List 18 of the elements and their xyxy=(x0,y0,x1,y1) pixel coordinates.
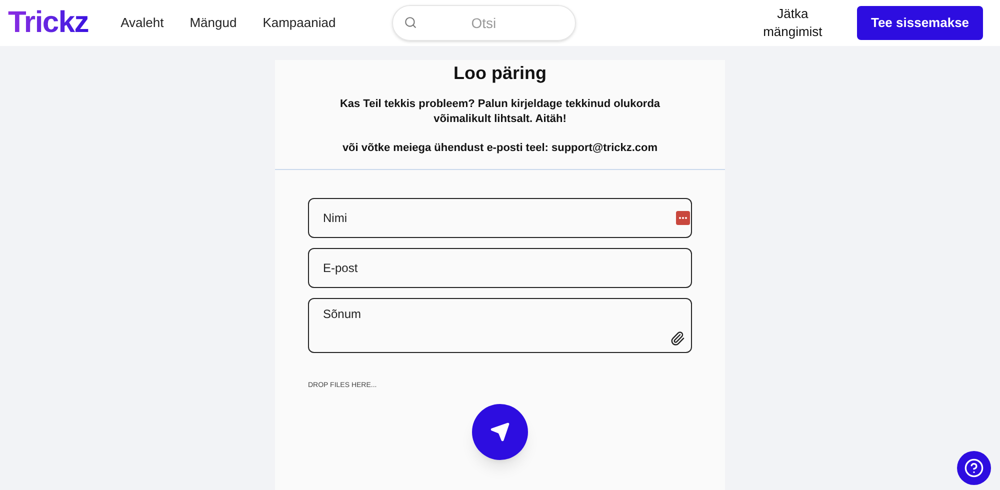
form-title: Loo päring xyxy=(454,62,546,85)
input-field[interactable]: E-post xyxy=(308,248,692,288)
nav-link[interactable]: Kampaaniad xyxy=(262,13,336,33)
paperclip-icon[interactable] xyxy=(670,330,685,346)
send-icon xyxy=(490,422,510,442)
search-icon xyxy=(404,16,417,29)
nav-link[interactable]: Mängud xyxy=(190,13,237,33)
contact-text: või võtke meiega ühendust e-posti teel: support@trickz.com xyxy=(342,141,658,156)
help-button[interactable] xyxy=(957,451,991,485)
nav-link[interactable]: Avaleht xyxy=(120,13,164,33)
deposit-button[interactable]: Tee sissemakse xyxy=(857,6,983,40)
message-field[interactable]: Sõnum xyxy=(308,298,692,352)
password-manager-icon[interactable] xyxy=(676,210,690,224)
help-icon xyxy=(964,458,984,478)
continue-playing-link[interactable]: Jätka mängimist xyxy=(748,5,838,41)
search-field[interactable]: Otsi xyxy=(392,5,576,41)
form-description: Kas Teil tekkis probleem? Palun kirjeldage tekkinud olukorda võimalikult lihtsalt. Aitäh! xyxy=(338,97,662,127)
input-field[interactable]: Nimi xyxy=(308,198,692,238)
